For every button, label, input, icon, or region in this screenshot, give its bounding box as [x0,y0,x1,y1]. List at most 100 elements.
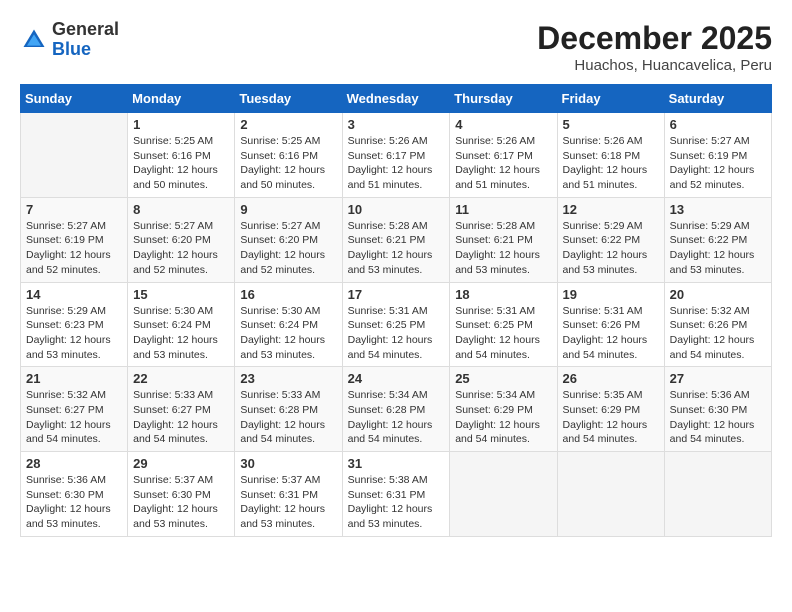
day-info: Sunrise: 5:29 AM Sunset: 6:23 PM Dayligh… [26,304,122,363]
day-info: Sunrise: 5:30 AM Sunset: 6:24 PM Dayligh… [133,304,229,363]
day-number: 5 [563,117,659,132]
day-number: 26 [563,371,659,386]
calendar-cell: 5 Sunrise: 5:26 AM Sunset: 6:18 PM Daylig… [557,113,664,198]
calendar-cell: 22 Sunrise: 5:33 AM Sunset: 6:27 PM Dayli… [128,367,235,452]
day-number: 22 [133,371,229,386]
calendar-cell: 12Sunrise: 5:29 AM Sunset: 6:22 PM Dayli… [557,197,664,282]
calendar-day-header: Wednesday [342,85,450,113]
calendar-cell: 7 Sunrise: 5:27 AM Sunset: 6:19 PM Daylig… [21,197,128,282]
calendar-week-row: 1 Sunrise: 5:25 AM Sunset: 6:16 PM Daylig… [21,113,772,198]
logo-blue: Blue [52,40,119,60]
calendar-cell: 19Sunrise: 5:31 AM Sunset: 6:26 PM Dayli… [557,282,664,367]
day-info: Sunrise: 5:26 AM Sunset: 6:18 PM Dayligh… [563,134,659,193]
day-number: 27 [670,371,766,386]
logo-general: General [52,20,119,40]
calendar-cell: 8 Sunrise: 5:27 AM Sunset: 6:20 PM Daylig… [128,197,235,282]
calendar-cell [557,452,664,537]
day-info: Sunrise: 5:31 AM Sunset: 6:25 PM Dayligh… [455,304,551,363]
day-info: Sunrise: 5:33 AM Sunset: 6:27 PM Dayligh… [133,388,229,447]
calendar-cell: 20 Sunrise: 5:32 AM Sunset: 6:26 PM Dayli… [664,282,771,367]
calendar-table: SundayMondayTuesdayWednesdayThursdayFrid… [20,84,772,537]
day-number: 29 [133,456,229,471]
day-number: 25 [455,371,551,386]
page-subtitle: Huachos, Huancavelica, Peru [537,57,772,74]
day-info: Sunrise: 5:27 AM Sunset: 6:20 PM Dayligh… [240,219,336,278]
day-info: Sunrise: 5:31 AM Sunset: 6:25 PM Dayligh… [348,304,445,363]
day-number: 3 [348,117,445,132]
day-info: Sunrise: 5:36 AM Sunset: 6:30 PM Dayligh… [670,388,766,447]
day-info: Sunrise: 5:30 AM Sunset: 6:24 PM Dayligh… [240,304,336,363]
calendar-cell: 11 Sunrise: 5:28 AM Sunset: 6:21 PM Dayli… [450,197,557,282]
calendar-week-row: 7 Sunrise: 5:27 AM Sunset: 6:19 PM Daylig… [21,197,772,282]
calendar-header-row: SundayMondayTuesdayWednesdayThursdayFrid… [21,85,772,113]
day-info: Sunrise: 5:28 AM Sunset: 6:21 PM Dayligh… [348,219,445,278]
day-info: Sunrise: 5:36 AM Sunset: 6:30 PM Dayligh… [26,473,122,532]
calendar-cell: 15 Sunrise: 5:30 AM Sunset: 6:24 PM Dayli… [128,282,235,367]
day-info: Sunrise: 5:35 AM Sunset: 6:29 PM Dayligh… [563,388,659,447]
day-info: Sunrise: 5:27 AM Sunset: 6:19 PM Dayligh… [26,219,122,278]
calendar-day-header: Saturday [664,85,771,113]
day-info: Sunrise: 5:33 AM Sunset: 6:28 PM Dayligh… [240,388,336,447]
day-number: 10 [348,202,445,217]
calendar-cell: 27 Sunrise: 5:36 AM Sunset: 6:30 PM Dayli… [664,367,771,452]
calendar-cell: 4Sunrise: 5:26 AM Sunset: 6:17 PM Daylig… [450,113,557,198]
day-info: Sunrise: 5:25 AM Sunset: 6:16 PM Dayligh… [240,134,336,193]
calendar-cell [664,452,771,537]
calendar-week-row: 14 Sunrise: 5:29 AM Sunset: 6:23 PM Dayli… [21,282,772,367]
calendar-cell: 14 Sunrise: 5:29 AM Sunset: 6:23 PM Dayli… [21,282,128,367]
calendar-cell: 17Sunrise: 5:31 AM Sunset: 6:25 PM Dayli… [342,282,450,367]
day-info: Sunrise: 5:26 AM Sunset: 6:17 PM Dayligh… [455,134,551,193]
day-info: Sunrise: 5:28 AM Sunset: 6:21 PM Dayligh… [455,219,551,278]
calendar-cell: 30 Sunrise: 5:37 AM Sunset: 6:31 PM Dayli… [235,452,342,537]
day-info: Sunrise: 5:27 AM Sunset: 6:20 PM Dayligh… [133,219,229,278]
day-number: 14 [26,287,122,302]
day-number: 15 [133,287,229,302]
calendar-cell: 13 Sunrise: 5:29 AM Sunset: 6:22 PM Dayli… [664,197,771,282]
day-number: 24 [348,371,445,386]
calendar-cell: 3 Sunrise: 5:26 AM Sunset: 6:17 PM Daylig… [342,113,450,198]
calendar-cell: 10 Sunrise: 5:28 AM Sunset: 6:21 PM Dayli… [342,197,450,282]
day-number: 13 [670,202,766,217]
day-number: 30 [240,456,336,471]
day-number: 28 [26,456,122,471]
calendar-day-header: Monday [128,85,235,113]
day-number: 20 [670,287,766,302]
day-number: 23 [240,371,336,386]
calendar-day-header: Thursday [450,85,557,113]
calendar-cell: 26 Sunrise: 5:35 AM Sunset: 6:29 PM Dayli… [557,367,664,452]
day-info: Sunrise: 5:26 AM Sunset: 6:17 PM Dayligh… [348,134,445,193]
day-info: Sunrise: 5:34 AM Sunset: 6:28 PM Dayligh… [348,388,445,447]
day-number: 6 [670,117,766,132]
day-number: 16 [240,287,336,302]
calendar-cell: 1 Sunrise: 5:25 AM Sunset: 6:16 PM Daylig… [128,113,235,198]
day-info: Sunrise: 5:38 AM Sunset: 6:31 PM Dayligh… [348,473,445,532]
calendar-cell: 23 Sunrise: 5:33 AM Sunset: 6:28 PM Dayli… [235,367,342,452]
day-info: Sunrise: 5:29 AM Sunset: 6:22 PM Dayligh… [670,219,766,278]
logo-icon [20,26,48,54]
day-number: 2 [240,117,336,132]
calendar-cell: 31 Sunrise: 5:38 AM Sunset: 6:31 PM Dayli… [342,452,450,537]
day-info: Sunrise: 5:32 AM Sunset: 6:27 PM Dayligh… [26,388,122,447]
page-title: December 2025 [537,20,772,57]
title-section: December 2025 Huachos, Huancavelica, Per… [537,20,772,74]
calendar-cell: 21Sunrise: 5:32 AM Sunset: 6:27 PM Dayli… [21,367,128,452]
day-info: Sunrise: 5:27 AM Sunset: 6:19 PM Dayligh… [670,134,766,193]
day-number: 18 [455,287,551,302]
calendar-day-header: Friday [557,85,664,113]
day-number: 8 [133,202,229,217]
calendar-cell: 18 Sunrise: 5:31 AM Sunset: 6:25 PM Dayli… [450,282,557,367]
day-number: 31 [348,456,445,471]
day-info: Sunrise: 5:25 AM Sunset: 6:16 PM Dayligh… [133,134,229,193]
day-number: 1 [133,117,229,132]
day-number: 7 [26,202,122,217]
calendar-cell: 25Sunrise: 5:34 AM Sunset: 6:29 PM Dayli… [450,367,557,452]
page-header: General Blue December 2025 Huachos, Huan… [20,20,772,74]
day-info: Sunrise: 5:37 AM Sunset: 6:31 PM Dayligh… [240,473,336,532]
day-number: 19 [563,287,659,302]
day-info: Sunrise: 5:32 AM Sunset: 6:26 PM Dayligh… [670,304,766,363]
calendar-cell: 24 Sunrise: 5:34 AM Sunset: 6:28 PM Dayli… [342,367,450,452]
calendar-cell [21,113,128,198]
calendar-cell: 29Sunrise: 5:37 AM Sunset: 6:30 PM Dayli… [128,452,235,537]
calendar-cell: 16 Sunrise: 5:30 AM Sunset: 6:24 PM Dayli… [235,282,342,367]
day-number: 11 [455,202,551,217]
